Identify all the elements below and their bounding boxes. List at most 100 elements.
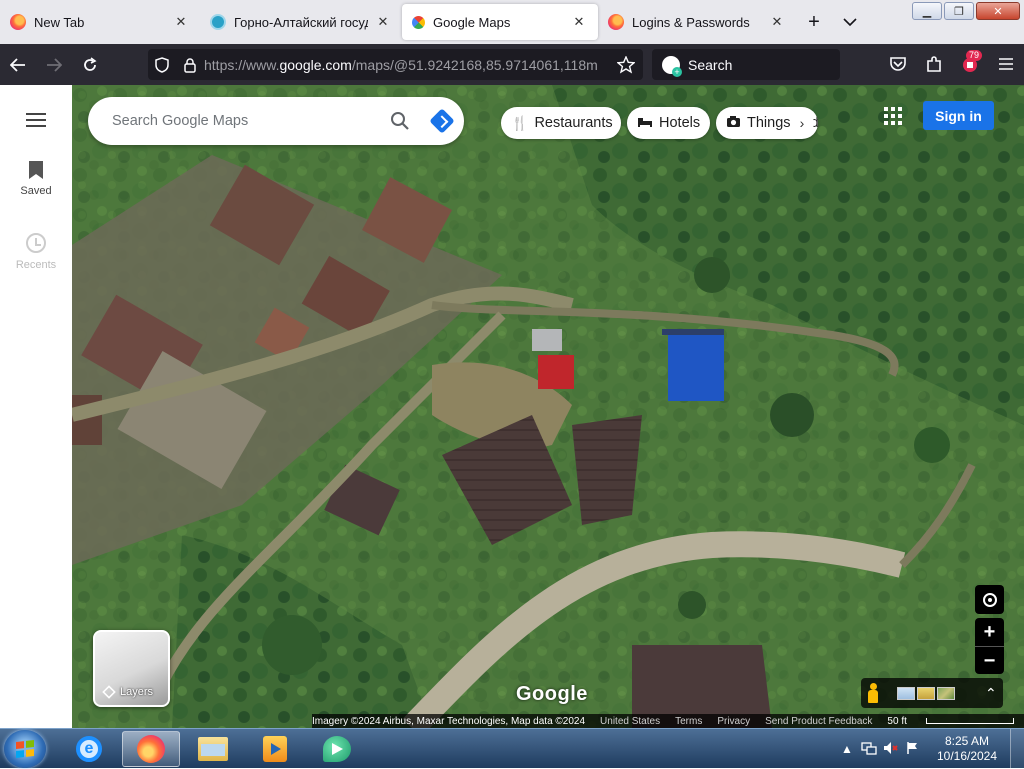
recents-button[interactable]: Recents bbox=[0, 233, 72, 271]
search-button[interactable] bbox=[380, 101, 420, 141]
tab-strip: New Tab ✕ Горно-Алтайский государ ✕ Goog… bbox=[0, 0, 1024, 44]
close-icon[interactable]: ✕ bbox=[374, 13, 392, 31]
things-to-do-chip[interactable]: Things to do › bbox=[716, 107, 818, 139]
taskbar-media-player[interactable] bbox=[246, 731, 304, 767]
notification-badge: 79 bbox=[965, 50, 982, 61]
maximize-button[interactable]: ❐ bbox=[944, 2, 974, 20]
messenger-icon bbox=[323, 736, 351, 762]
map-thumbnail[interactable] bbox=[897, 686, 915, 700]
minimize-button[interactable]: ▁ bbox=[912, 2, 942, 20]
tab-university[interactable]: Горно-Алтайский государ ✕ bbox=[200, 4, 402, 40]
show-hidden-icons[interactable]: ▲ bbox=[836, 742, 858, 756]
satellite-imagery[interactable] bbox=[72, 85, 1024, 728]
navigation-toolbar: https://www.google.com/maps/@51.9242168,… bbox=[0, 44, 1024, 85]
url-text[interactable]: https://www.google.com/maps/@51.9242168,… bbox=[204, 57, 643, 73]
chip-label: Restaurants bbox=[534, 115, 613, 131]
system-tray: ▲ 8:25 AM 10/16/2024 bbox=[836, 729, 1024, 769]
chip-label: Hotels bbox=[659, 115, 701, 131]
star-icon bbox=[617, 56, 635, 74]
new-tab-button[interactable]: + bbox=[796, 4, 832, 40]
window-close-button[interactable]: ✕ bbox=[976, 2, 1020, 20]
shield-icon[interactable] bbox=[148, 56, 176, 73]
back-button[interactable] bbox=[0, 49, 36, 81]
taskbar-firefox[interactable] bbox=[122, 731, 180, 767]
directions-button[interactable] bbox=[420, 101, 464, 141]
zoom-controls: + − bbox=[975, 618, 1004, 674]
close-icon[interactable]: ✕ bbox=[768, 13, 786, 31]
window-controls: ▁ ❐ ✕ bbox=[912, 2, 1020, 20]
google-logo: Google bbox=[516, 683, 588, 705]
taskbar-clock[interactable]: 8:25 AM 10/16/2024 bbox=[932, 734, 1002, 764]
scale-line bbox=[925, 718, 1014, 724]
tab-title: Горно-Алтайский государ bbox=[234, 14, 368, 30]
close-icon[interactable]: ✕ bbox=[172, 13, 190, 31]
chevron-right-icon[interactable]: › bbox=[790, 111, 814, 135]
pegman-icon[interactable] bbox=[867, 683, 879, 703]
restaurants-chip[interactable]: 🍴 Restaurants bbox=[501, 107, 621, 139]
bookmark-star-button[interactable] bbox=[608, 49, 644, 81]
history-icon bbox=[26, 233, 46, 253]
feedback-link[interactable]: Send Product Feedback bbox=[765, 716, 872, 727]
firefox-icon bbox=[137, 735, 165, 763]
saved-button[interactable]: Saved bbox=[0, 161, 72, 197]
google-apps-icon[interactable] bbox=[884, 107, 902, 125]
my-location-button[interactable] bbox=[975, 585, 1004, 614]
pocket-button[interactable] bbox=[880, 48, 916, 80]
chevron-down-icon bbox=[843, 17, 857, 26]
firefox-icon bbox=[608, 14, 624, 30]
clock-time: 8:25 AM bbox=[944, 734, 990, 748]
privacy-link[interactable]: Privacy bbox=[717, 716, 750, 727]
bookmark-icon bbox=[29, 161, 43, 179]
scale-bar[interactable]: 50 ft bbox=[887, 716, 1024, 727]
maps-menu-button[interactable] bbox=[0, 111, 72, 129]
search-input[interactable]: Search Google Maps bbox=[112, 113, 380, 129]
fork-knife-icon: 🍴 bbox=[511, 114, 529, 131]
country-link[interactable]: United States bbox=[600, 716, 660, 727]
media-player-icon bbox=[263, 736, 287, 762]
web-search-field[interactable]: Search bbox=[652, 49, 840, 80]
terrain-thumbnail[interactable] bbox=[917, 686, 935, 700]
sign-in-button[interactable]: Sign in bbox=[923, 101, 994, 130]
show-desktop-button[interactable] bbox=[1010, 729, 1024, 769]
camera-icon bbox=[726, 115, 741, 131]
list-all-tabs-button[interactable] bbox=[832, 4, 868, 40]
close-icon[interactable]: ✕ bbox=[570, 13, 588, 31]
search-icon bbox=[391, 112, 409, 130]
app-menu-button[interactable] bbox=[988, 48, 1024, 80]
tab-logins-passwords[interactable]: Logins & Passwords ✕ bbox=[598, 4, 796, 40]
satellite-thumbnail[interactable] bbox=[937, 686, 955, 700]
forward-arrow-icon bbox=[47, 57, 62, 72]
hotels-chip[interactable]: Hotels bbox=[627, 107, 710, 139]
map-canvas[interactable]: Search Google Maps 🍴 Restaurants Hotels … bbox=[72, 85, 1024, 728]
windows-logo-icon bbox=[16, 740, 34, 758]
reload-button[interactable] bbox=[72, 49, 108, 81]
back-arrow-icon bbox=[10, 57, 25, 72]
addon-button[interactable]: 79 bbox=[952, 48, 988, 80]
url-bar[interactable]: https://www.google.com/maps/@51.9242168,… bbox=[148, 49, 643, 80]
puzzle-icon bbox=[927, 56, 941, 72]
imagery-credit: Imagery ©2024 Airbus, Maxar Technologies… bbox=[312, 715, 586, 727]
action-center-flag-icon[interactable] bbox=[902, 741, 924, 758]
zoom-in-button[interactable]: + bbox=[975, 618, 1004, 646]
maps-search-box[interactable]: Search Google Maps bbox=[88, 97, 464, 145]
extensions-button[interactable] bbox=[916, 48, 952, 80]
zoom-out-button[interactable]: − bbox=[975, 647, 1004, 675]
taskbar-internet-explorer[interactable]: e bbox=[60, 731, 118, 767]
lock-icon[interactable] bbox=[176, 57, 204, 73]
start-button[interactable] bbox=[4, 730, 46, 768]
volume-muted-icon[interactable] bbox=[880, 741, 902, 758]
forward-button[interactable] bbox=[36, 49, 72, 81]
attribution-bar: Imagery ©2024 Airbus, Maxar Technologies… bbox=[312, 714, 1024, 728]
search-engine-icon bbox=[662, 55, 682, 77]
tab-google-maps[interactable]: Google Maps ✕ bbox=[402, 4, 598, 40]
layers-button[interactable]: Layers bbox=[93, 630, 170, 707]
network-icon[interactable] bbox=[858, 741, 880, 758]
expand-icon[interactable]: ⌃ bbox=[985, 685, 997, 702]
taskbar-messenger[interactable] bbox=[308, 731, 366, 767]
tab-new-tab[interactable]: New Tab ✕ bbox=[0, 4, 200, 40]
terms-link[interactable]: Terms bbox=[675, 716, 702, 727]
toolbar-right: 79 bbox=[880, 48, 1024, 80]
pocket-icon bbox=[890, 57, 906, 71]
taskbar-file-explorer[interactable] bbox=[184, 731, 242, 767]
tab-title: New Tab bbox=[34, 14, 85, 30]
